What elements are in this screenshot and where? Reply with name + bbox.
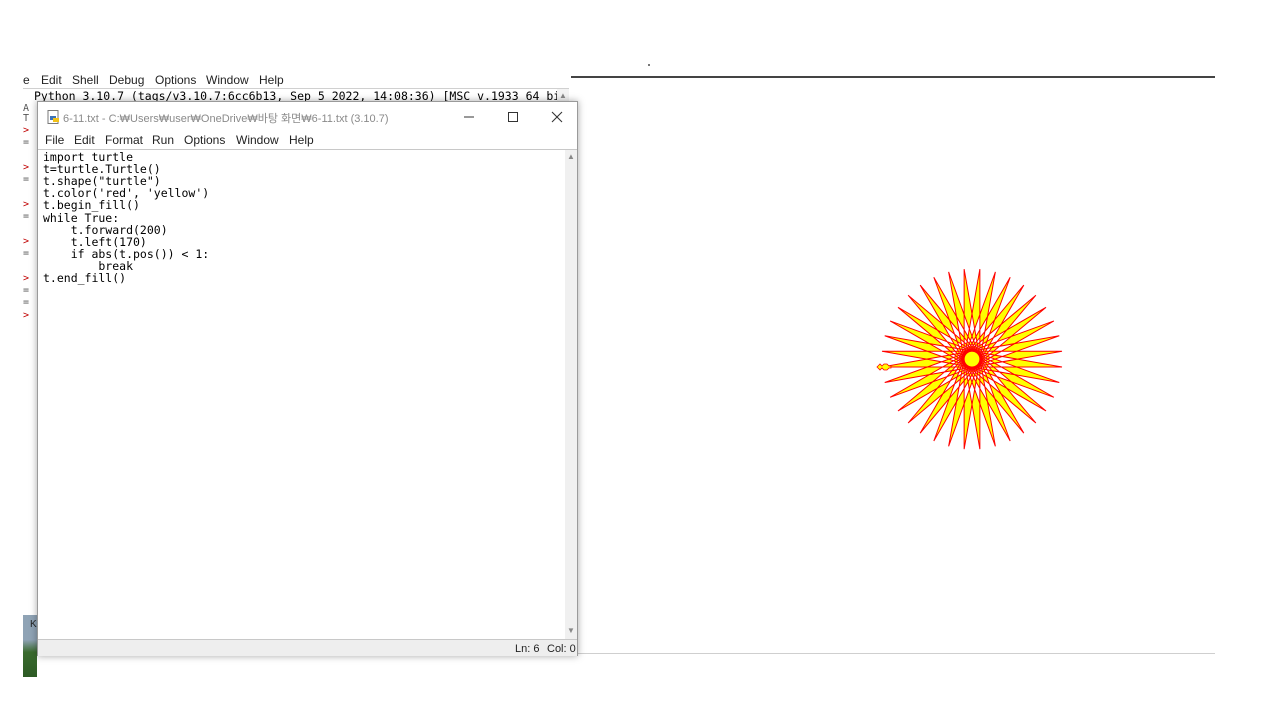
menu-options[interactable]: Options [184,133,225,147]
shell-prompt: > [23,273,30,284]
shell-menu-edit[interactable]: Edit [41,73,62,87]
turtle-graphics-window [571,64,1215,655]
shell-menu-debug[interactable]: Debug [109,73,144,87]
editor-status-bar: Ln: 6 Col: 0 [38,639,577,656]
minimize-icon [464,116,474,118]
menu-edit[interactable]: Edit [74,133,95,147]
star-path [881,269,1063,450]
code-editor[interactable]: import turtle t=turtle.Turtle() t.shape(… [38,150,565,639]
shell-menu-file[interactable]: e [23,73,30,87]
shell-menu-options[interactable]: Options [155,73,196,87]
shell-gutter-char: = [23,248,30,259]
star-drawing [881,269,1063,450]
shell-prompt: > [23,236,30,247]
shell-gutter-char: = [23,211,30,222]
editor-title: 6-11.txt - C:₩Users₩user₩OneDrive₩바탕 화면₩… [63,113,389,125]
menu-file[interactable]: File [45,133,64,147]
turtle-shape [876,363,892,371]
desktop-background: K [23,615,37,677]
shell-gutter-char: T [23,113,30,124]
shell-gutter: A T > = > = > = > = > = = > [23,89,33,599]
maximize-icon [508,112,518,122]
shell-menu-window[interactable]: Window [206,73,249,87]
close-button[interactable] [537,106,577,128]
menu-window[interactable]: Window [236,133,279,147]
editor-title-bar[interactable]: 6-11.txt - C:₩Users₩user₩OneDrive₩바탕 화면₩… [38,102,577,132]
shell-gutter-char: = [23,285,30,296]
desktop-icon: K [30,619,37,630]
window-bottom-border [571,653,1215,654]
shell-menubar: e Edit Shell Debug Options Window Help [23,71,571,89]
shell-gutter-char: = [23,137,30,148]
minimize-button[interactable] [449,106,489,128]
status-line-number: Ln: 6 [515,643,540,655]
shell-gutter-char: = [23,297,30,308]
turtle-icon [876,363,892,371]
scroll-down-icon[interactable]: ▼ [567,626,575,635]
shell-prompt: > [23,310,30,321]
shell-menu-shell[interactable]: Shell [72,73,99,87]
editor-menubar: File Edit Format Run Options Window Help [38,131,577,150]
shell-menu-help[interactable]: Help [259,73,284,87]
close-icon [551,111,563,123]
scroll-up-icon[interactable]: ▲ [567,152,575,161]
scroll-up-icon[interactable]: ▲ [559,91,567,100]
status-column-number: Col: 0 [547,643,576,655]
editor-scrollbar[interactable]: ▲ ▼ [565,150,577,639]
turtle-canvas [876,269,1063,450]
maximize-button[interactable] [493,106,533,128]
shell-prompt: > [23,125,30,136]
menu-help[interactable]: Help [289,133,314,147]
menu-format[interactable]: Format [105,133,143,147]
menu-run[interactable]: Run [152,133,174,147]
shell-prompt: > [23,199,30,210]
idle-file-icon [47,110,59,124]
shell-gutter-char: = [23,174,30,185]
code-line: t.end_fill() [43,271,127,285]
code-line: t.begin_fill() [43,198,140,212]
editor-window: 6-11.txt - C:₩Users₩user₩OneDrive₩바탕 화면₩… [37,101,578,656]
shell-prompt: > [23,162,30,173]
